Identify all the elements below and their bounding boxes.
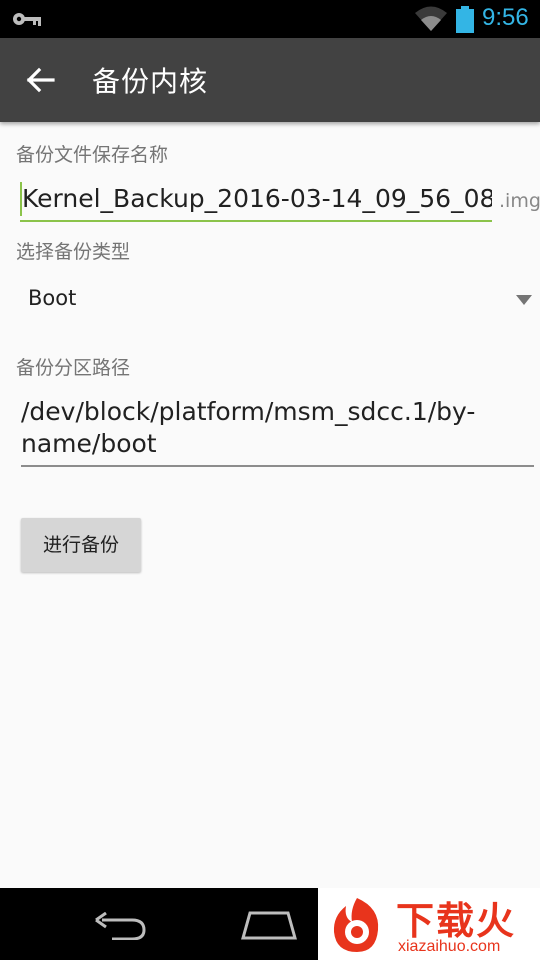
partition-path-field[interactable]: /dev/block/platform/msm_sdcc.1/by-name/b… bbox=[21, 396, 534, 467]
battery-icon bbox=[456, 6, 474, 33]
back-icon[interactable] bbox=[92, 912, 148, 940]
status-bar: 9:56 bbox=[0, 0, 540, 38]
filename-row: Kernel_Backup_2016-03-14_09_56_08 .img bbox=[20, 178, 540, 226]
home-icon[interactable] bbox=[240, 910, 298, 940]
filename-field[interactable]: Kernel_Backup_2016-03-14_09_56_08 bbox=[20, 178, 492, 222]
filename-value: Kernel_Backup_2016-03-14_09_56_08 bbox=[22, 184, 492, 213]
start-backup-button[interactable]: 进行备份 bbox=[21, 518, 141, 572]
backup-type-value: Boot bbox=[28, 286, 77, 310]
app-bar: 备份内核 bbox=[0, 38, 540, 122]
watermark-brand: 下载火 bbox=[396, 899, 517, 943]
filename-suffix: .img bbox=[499, 190, 540, 212]
flame-logo-icon bbox=[333, 898, 379, 952]
backup-type-spinner[interactable]: Boot bbox=[0, 276, 540, 324]
watermark-domain: xiazaihuo.com bbox=[398, 938, 501, 955]
dropdown-arrow-icon bbox=[516, 295, 532, 305]
page-title: 备份内核 bbox=[92, 65, 209, 98]
watermark: 下载火 xiazaihuo.com bbox=[318, 888, 540, 960]
backup-type-label: 选择备份类型 bbox=[16, 241, 131, 263]
status-clock: 9:56 bbox=[482, 4, 529, 31]
key-icon bbox=[13, 13, 41, 26]
filename-label: 备份文件保存名称 bbox=[16, 144, 169, 166]
back-arrow-icon[interactable] bbox=[26, 65, 56, 95]
wifi-icon bbox=[415, 6, 447, 31]
partition-path-label: 备份分区路径 bbox=[16, 357, 131, 379]
